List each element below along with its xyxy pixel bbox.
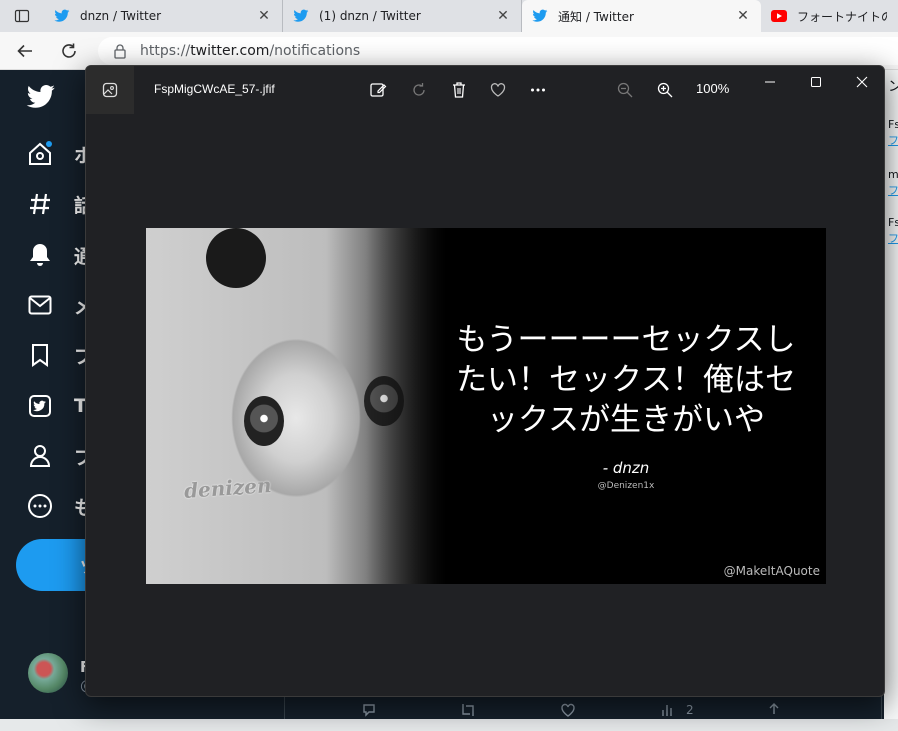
- like-icon[interactable]: [558, 700, 578, 720]
- twitter-blue-icon: [26, 392, 54, 420]
- views-count: 2: [686, 703, 694, 717]
- close-tab-icon[interactable]: ✕: [256, 8, 272, 24]
- trend-link[interactable]: フ: [888, 230, 898, 246]
- tab-actions-button[interactable]: [0, 0, 44, 32]
- browser-tab-3[interactable]: 通知 / Twitter ✕: [522, 0, 761, 32]
- more-horizontal-icon: [531, 88, 545, 92]
- bell-icon: [26, 241, 54, 269]
- rotate-button[interactable]: [407, 78, 431, 102]
- character-eye-left: [244, 396, 284, 446]
- viewer-toolbar: FspMigCWcAE_57-.jfif 100%: [86, 66, 884, 114]
- trash-icon: [453, 82, 465, 98]
- reply-icon[interactable]: [359, 700, 379, 720]
- right-column-fragment: ン: [888, 79, 898, 95]
- avatar[interactable]: [28, 653, 68, 693]
- url-host: twitter.com: [190, 43, 270, 59]
- photos-app-icon[interactable]: [86, 66, 134, 114]
- tab-actions-icon: [14, 9, 30, 23]
- close-icon: [856, 76, 868, 88]
- twitter-icon: [293, 8, 309, 24]
- minimize-icon: [765, 81, 775, 83]
- twitter-right-column: ン Fs フ m フ Fs フ: [884, 70, 898, 731]
- tab-title: dnzn / Twitter: [80, 9, 162, 23]
- home-icon: [26, 140, 54, 168]
- photo-viewer-window: FspMigCWcAE_57-.jfif 100% denizen もうーーーー…: [85, 65, 885, 697]
- lock-icon: [114, 44, 126, 59]
- maximize-button[interactable]: [801, 70, 831, 94]
- heart-icon: [490, 83, 506, 97]
- character-ear: [206, 228, 266, 288]
- favorite-button[interactable]: [486, 78, 510, 102]
- youtube-icon: [771, 8, 787, 24]
- twitter-icon: [532, 8, 548, 24]
- taskbar-strip: [0, 719, 898, 731]
- minimize-button[interactable]: [755, 70, 785, 94]
- trend-link[interactable]: フ: [888, 182, 898, 198]
- edit-image-icon: [370, 83, 387, 97]
- url-path: /notifications: [269, 43, 361, 59]
- retweet-icon[interactable]: [458, 700, 478, 720]
- rotate-icon: [413, 83, 425, 96]
- quote-author: - dnzn: [602, 459, 650, 477]
- zoom-in-icon: [657, 82, 673, 98]
- zoom-out-icon: [617, 82, 633, 98]
- trend-text: Fs: [888, 118, 898, 131]
- trend-text: m: [888, 168, 898, 181]
- zoom-out-button[interactable]: [613, 78, 637, 102]
- maximize-icon: [811, 77, 821, 87]
- trend-link[interactable]: フ: [888, 132, 898, 148]
- zoom-level[interactable]: 100%: [696, 81, 729, 96]
- edit-image-button[interactable]: [366, 78, 390, 102]
- url-field[interactable]: https://twitter.com/notifications: [98, 37, 898, 65]
- twitter-icon: [54, 8, 70, 24]
- share-icon[interactable]: [764, 700, 784, 720]
- browser-tab-2[interactable]: (1) dnzn / Twitter ✕: [283, 0, 522, 32]
- viewer-filename: FspMigCWcAE_57-.jfif: [154, 82, 275, 96]
- reload-icon: [62, 43, 76, 58]
- tab-title: (1) dnzn / Twitter: [319, 9, 421, 23]
- browser-tab-strip: dnzn / Twitter ✕ (1) dnzn / Twitter ✕ 通知…: [0, 0, 898, 32]
- quote-text: もうーーーーセックスしたい！セックス！俺はセックスが生きがいや: [455, 322, 797, 438]
- mail-icon: [26, 291, 54, 319]
- delete-button[interactable]: [447, 78, 471, 102]
- twitter-logo-icon[interactable]: [26, 84, 56, 114]
- close-window-button[interactable]: [847, 70, 877, 94]
- more-options-button[interactable]: [526, 78, 550, 102]
- close-tab-icon[interactable]: ✕: [735, 8, 751, 24]
- displayed-image: denizen もうーーーーセックスしたい！セックス！俺はセックスが生きがいや …: [146, 228, 826, 584]
- tab-title: 通知 / Twitter: [558, 9, 634, 24]
- browser-tab-4[interactable]: フォートナイトのロビー音: [761, 0, 897, 32]
- tab-title: フォートナイトのロビー音: [797, 9, 887, 24]
- back-arrow-icon: [17, 44, 32, 58]
- zoom-in-button[interactable]: [653, 78, 677, 102]
- hashtag-icon: [26, 190, 54, 218]
- url-scheme: https://: [140, 43, 191, 59]
- image-credit: @MakeItAQuote: [723, 564, 820, 578]
- bookmark-icon: [26, 341, 54, 369]
- quote-handle: @Denizen1x: [597, 481, 655, 491]
- close-tab-icon[interactable]: ✕: [495, 8, 511, 24]
- more-icon: [26, 492, 54, 520]
- browser-tab-1[interactable]: dnzn / Twitter ✕: [44, 0, 283, 32]
- trend-text: Fs: [888, 216, 898, 229]
- views-icon[interactable]: 2: [660, 700, 700, 720]
- back-button[interactable]: [14, 40, 36, 62]
- profile-icon: [26, 442, 54, 470]
- reload-button[interactable]: [58, 40, 80, 62]
